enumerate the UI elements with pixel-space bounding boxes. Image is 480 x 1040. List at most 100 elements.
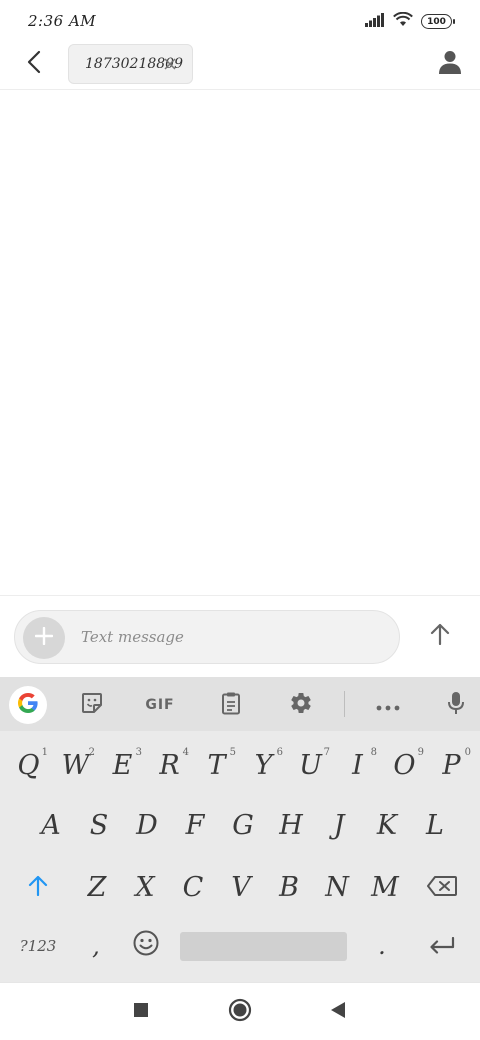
status-icons: 100 — [365, 11, 455, 31]
message-input[interactable] — [81, 625, 381, 649]
comma-key[interactable]: , — [72, 918, 120, 974]
key-n[interactable]: N — [313, 859, 361, 915]
recents-button[interactable] — [126, 997, 156, 1027]
key-hint: 6 — [276, 747, 283, 758]
key-a[interactable]: A — [27, 797, 75, 853]
key-l[interactable]: L — [411, 797, 459, 853]
key-label: P — [442, 749, 461, 781]
backspace-icon — [427, 872, 457, 903]
key-label: L — [426, 809, 444, 841]
voice-input-button[interactable] — [436, 685, 476, 725]
key-y[interactable]: Y6 — [240, 737, 287, 793]
key-v[interactable]: V — [217, 859, 265, 915]
microphone-icon — [448, 691, 464, 719]
settings-button[interactable] — [281, 685, 321, 725]
key-g[interactable]: G — [219, 797, 267, 853]
key-label: H — [279, 809, 303, 841]
key-label: B — [279, 871, 299, 903]
key-label: C — [182, 871, 204, 903]
recipient-chip[interactable]: 18730218809 — [68, 44, 193, 84]
key-label: K — [376, 809, 398, 841]
key-hint: 3 — [135, 747, 142, 758]
wifi-icon — [393, 11, 413, 31]
emoji-icon — [133, 930, 159, 963]
send-button[interactable] — [424, 620, 456, 652]
key-label: I — [352, 749, 363, 781]
key-d[interactable]: D — [123, 797, 171, 853]
backspace-key[interactable] — [412, 859, 472, 915]
key-u[interactable]: U7 — [287, 737, 334, 793]
key-h[interactable]: H — [267, 797, 315, 853]
key-m[interactable]: M — [361, 859, 409, 915]
key-p[interactable]: P0 — [428, 737, 475, 793]
more-button[interactable] — [368, 685, 408, 725]
system-nav-bar — [0, 982, 480, 1040]
gear-icon — [289, 691, 313, 719]
key-label: V — [231, 871, 251, 903]
key-hint: 1 — [41, 747, 48, 758]
back-triangle-icon — [330, 1001, 346, 1023]
key-t[interactable]: T5 — [193, 737, 240, 793]
key-f[interactable]: F — [171, 797, 219, 853]
emoji-key[interactable] — [124, 918, 168, 974]
key-b[interactable]: B — [265, 859, 313, 915]
key-i[interactable]: I8 — [334, 737, 381, 793]
key-label: Y — [254, 749, 273, 781]
keyboard: G I F Q 1 W 2 E 3 R 4 T 5 Y 6 U 7 I 8 O 9 … — [0, 677, 480, 982]
key-label: J — [333, 809, 345, 841]
plus-icon — [34, 626, 54, 649]
key-label: O — [393, 749, 416, 781]
close-icon[interactable] — [162, 56, 178, 72]
key-label: F — [185, 809, 205, 841]
symbols-key[interactable]: ?123 — [12, 918, 64, 974]
key-j[interactable]: J — [315, 797, 363, 853]
key-s[interactable]: S — [75, 797, 123, 853]
key-label: U — [299, 749, 322, 781]
key-label: E — [112, 749, 133, 781]
key-x[interactable]: X — [121, 859, 169, 915]
battery-icon: 100 — [421, 14, 455, 29]
key-c[interactable]: C — [169, 859, 217, 915]
key-label: N — [325, 871, 349, 903]
gif-label: GIF — [145, 697, 175, 713]
gif-button[interactable]: GIF — [140, 685, 180, 725]
key-label: W — [61, 749, 90, 781]
key-hint: 4 — [182, 747, 189, 758]
add-attachment-button[interactable] — [23, 617, 65, 659]
sticker-button[interactable] — [72, 685, 112, 725]
google-search-button[interactable] — [9, 686, 47, 724]
key-w[interactable]: W2 — [52, 737, 99, 793]
key-label: M — [371, 871, 399, 903]
recents-square-icon — [133, 1002, 149, 1022]
contact-button[interactable] — [436, 50, 464, 78]
key-label: A — [41, 809, 61, 841]
status-time: 2:36 AM — [28, 12, 97, 30]
home-button[interactable] — [225, 997, 255, 1027]
key-z[interactable]: Z — [73, 859, 121, 915]
back-button[interactable] — [20, 50, 48, 78]
shift-arrow-icon — [28, 872, 48, 903]
signal-icon — [365, 12, 385, 31]
compose-field — [14, 610, 400, 664]
key-k[interactable]: K — [363, 797, 411, 853]
key-e[interactable]: E3 — [99, 737, 146, 793]
key-label: X — [135, 871, 155, 903]
key-label: S — [89, 809, 109, 841]
enter-icon — [429, 931, 455, 962]
key-hint: 5 — [229, 747, 236, 758]
enter-key[interactable] — [414, 918, 470, 974]
clipboard-button[interactable] — [211, 685, 251, 725]
clipboard-icon — [221, 691, 241, 719]
home-circle-icon — [228, 998, 252, 1026]
key-hint: 7 — [323, 747, 330, 758]
key-q[interactable]: Q1 — [5, 737, 52, 793]
key-label: D — [136, 809, 158, 841]
space-key[interactable] — [180, 932, 347, 961]
key-r[interactable]: R4 — [146, 737, 193, 793]
nav-back-button[interactable] — [323, 997, 353, 1027]
compose-bar — [0, 595, 480, 677]
period-key[interactable]: . — [358, 918, 406, 974]
shift-key[interactable] — [8, 859, 68, 915]
key-label: Q — [17, 749, 40, 781]
key-o[interactable]: O9 — [381, 737, 428, 793]
